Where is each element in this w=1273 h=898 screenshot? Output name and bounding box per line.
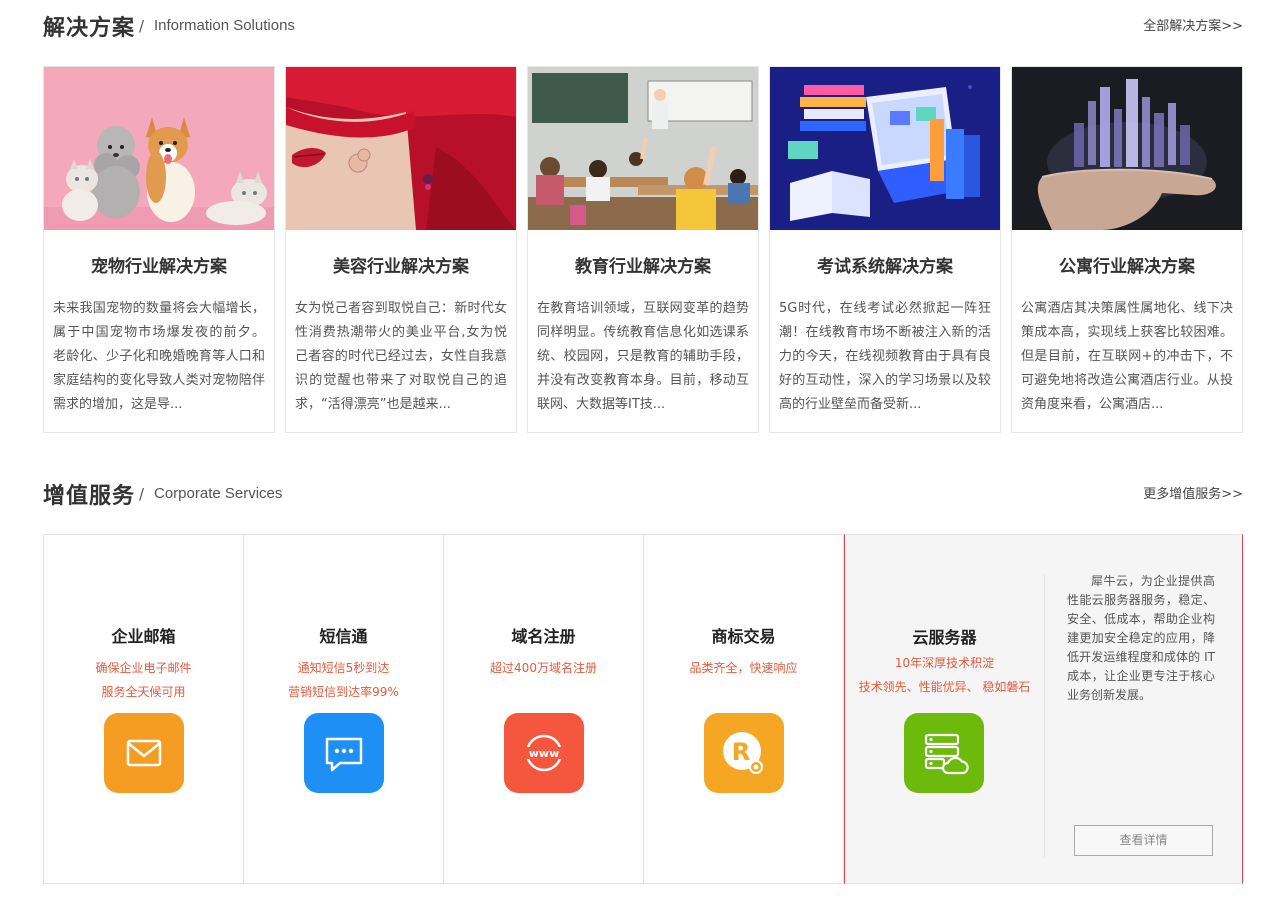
card-title[interactable]: 美容行业解决方案 [286, 252, 516, 277]
service-cloud-server[interactable]: 云服务器 10年深厚技术积淀 技术领先、性能优异、 稳如磐石 犀牛云，为企业提供… [844, 534, 1243, 884]
service-desc-line: 通知短信5秒到达 [297, 661, 390, 675]
services-slash: / [139, 485, 145, 503]
solutions-header: 解决方案 / Information Solutions 全部解决方案>> [43, 10, 1243, 44]
education-image[interactable] [528, 67, 758, 230]
solution-card-apartment[interactable]: 公寓行业解决方案 公寓酒店其决策属性属地化、线下决策成本高，实现线上获客比较困难… [1011, 66, 1243, 433]
solution-cards: 宠物行业解决方案 未来我国宠物的数量将会大幅增长，属于中国宠物市场爆发夜的前夕。… [43, 66, 1243, 433]
exam-image[interactable] [770, 67, 1000, 230]
solutions-title: 解决方案 [43, 16, 136, 41]
chat-icon[interactable] [304, 713, 384, 793]
service-trademark[interactable]: 商标交易 品类齐全，快速响应 R [644, 535, 844, 883]
solutions-slash: / [139, 17, 145, 35]
apartment-image[interactable] [1012, 67, 1242, 230]
service-desc-line: 10年深厚技术积淀 [894, 656, 995, 670]
beauty-image[interactable] [286, 67, 516, 230]
card-description: 女为悦己者容到取悦自己：新时代女性消费热潮带火的美业平台,女为悦己者容的时代已经… [295, 301, 507, 412]
card-description: 未来我国宠物的数量将会大幅增长，属于中国宠物市场爆发夜的前夕。 老龄化、少子化和… [53, 301, 265, 412]
service-desc-line: 品类齐全，快速响应 [689, 661, 798, 675]
service-desc-line: 营销短信到达率99% [288, 685, 399, 699]
featured-divider [1044, 575, 1045, 857]
service-name[interactable]: 商标交易 [644, 623, 843, 647]
service-name[interactable]: 短信通 [244, 623, 443, 647]
featured-text: 犀牛云，为企业提供高性能云服务器服务，稳定、安全、低成本，帮助企业构建更加安全稳… [1067, 574, 1215, 702]
service-description: 通知短信5秒到达 营销短信到达率99% [244, 656, 443, 704]
more-services-link[interactable]: 更多增值服务>> [1143, 483, 1243, 502]
services-title: 增值服务 [43, 484, 136, 509]
svg-text:www: www [529, 747, 560, 760]
pets-image[interactable] [44, 67, 274, 230]
service-desc-line: 服务全天候可用 [101, 685, 186, 699]
service-name[interactable]: 云服务器 [845, 624, 1044, 648]
services-panel: 企业邮箱 确保企业电子邮件 服务全天候可用 短信通 通知短信5秒到达 营销短信到… [43, 534, 1243, 884]
solution-card-pets[interactable]: 宠物行业解决方案 未来我国宠物的数量将会大幅增长，属于中国宠物市场爆发夜的前夕。… [43, 66, 275, 433]
solution-card-education[interactable]: 教育行业解决方案 在教育培训领域，互联网变革的趋势同样明显。传统教育信息化如选课… [527, 66, 759, 433]
card-title[interactable]: 考试系统解决方案 [770, 252, 1000, 277]
service-description: 确保企业电子邮件 服务全天候可用 [44, 656, 243, 704]
view-details-button[interactable]: 查看详情 [1074, 825, 1213, 856]
services-subtitle: Corporate Services [154, 485, 283, 502]
service-desc-line: 确保企业电子邮件 [95, 661, 192, 675]
solution-card-beauty[interactable]: 美容行业解决方案 女为悦己者容到取悦自己：新时代女性消费热潮带火的美业平台,女为… [285, 66, 517, 433]
service-desc-line: 技术领先、性能优异、 稳如磐石 [858, 680, 1031, 694]
svg-text:R: R [732, 738, 750, 766]
service-desc-line: 超过400万域名注册 [490, 661, 597, 675]
solutions-subtitle: Information Solutions [154, 17, 295, 34]
card-description: 公寓酒店其决策属性属地化、线下决策成本高，实现线上获客比较困难。但是目前，在互联… [1021, 301, 1233, 412]
card-title[interactable]: 公寓行业解决方案 [1012, 252, 1242, 277]
card-description: 5G时代，在线考试必然掀起一阵狂潮！在线教育市场不断被注入新的活力的今天，在线视… [779, 301, 991, 412]
card-description: 在教育培训领域，互联网变革的趋势同样明显。传统教育信息化如选课系统、校园网，只是… [537, 301, 749, 412]
service-sms[interactable]: 短信通 通知短信5秒到达 营销短信到达率99% [244, 535, 444, 883]
services-header: 增值服务 / Corporate Services 更多增值服务>> [43, 478, 1243, 512]
www-icon[interactable]: www [504, 713, 584, 793]
trademark-icon[interactable]: R [704, 713, 784, 793]
mail-icon[interactable] [104, 713, 184, 793]
service-description: 10年深厚技术积淀 技术领先、性能优异、 稳如磐石 [845, 651, 1044, 699]
all-solutions-link[interactable]: 全部解决方案>> [1143, 15, 1243, 34]
service-enterprise-mail[interactable]: 企业邮箱 确保企业电子邮件 服务全天候可用 [44, 535, 244, 883]
solution-card-exam[interactable]: 考试系统解决方案 5G时代，在线考试必然掀起一阵狂潮！在线教育市场不断被注入新的… [769, 66, 1001, 433]
service-description: 超过400万域名注册 [444, 656, 643, 680]
card-title[interactable]: 宠物行业解决方案 [44, 252, 274, 277]
service-description: 品类齐全，快速响应 [644, 656, 843, 680]
service-name[interactable]: 域名注册 [444, 623, 643, 647]
cloud-server-icon[interactable] [904, 713, 984, 793]
card-title[interactable]: 教育行业解决方案 [528, 252, 758, 277]
service-name[interactable]: 企业邮箱 [44, 623, 243, 647]
service-domain[interactable]: 域名注册 超过400万域名注册 www [444, 535, 644, 883]
